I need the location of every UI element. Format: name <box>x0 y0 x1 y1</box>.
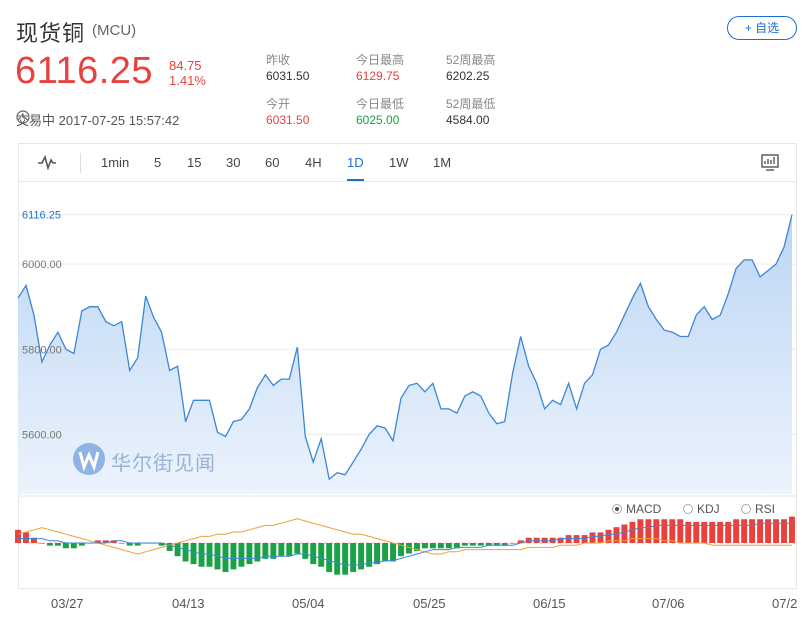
macd-bar <box>342 543 349 575</box>
macd-bar <box>629 521 636 543</box>
indicator-label: RSI <box>755 502 776 516</box>
macd-bar <box>294 543 301 554</box>
macd-bar <box>589 532 596 543</box>
x-tick-label: 07/2 <box>772 596 798 611</box>
macd-bar <box>421 543 428 549</box>
indicator-label: KDJ <box>697 502 720 516</box>
y-tick-label: 5600.00 <box>22 429 62 441</box>
macd-bar <box>789 516 795 543</box>
macd-bar <box>477 543 484 546</box>
macd-bar <box>198 543 205 567</box>
radio-icon <box>612 504 622 514</box>
macd-bar <box>429 543 436 549</box>
macd-bar <box>326 543 333 573</box>
macd-bar <box>469 543 476 546</box>
macd-bar <box>118 543 125 544</box>
macd-bar <box>46 543 53 546</box>
radio-icon <box>683 504 693 514</box>
macd-bar <box>461 543 468 546</box>
macd-bar <box>334 543 341 575</box>
macd-bar <box>54 543 61 546</box>
macd-bar <box>597 532 604 543</box>
macd-bar <box>318 543 325 567</box>
macd-bar <box>38 543 45 544</box>
macd-bar <box>238 543 245 567</box>
x-tick-label: 04/13 <box>172 596 205 611</box>
price-chart: 6116.25 6000.00 5800.00 5600.00 <box>15 210 797 575</box>
macd-bar <box>246 543 253 565</box>
indicator-kdj[interactable]: KDJ <box>683 502 720 516</box>
macd-bar <box>637 519 644 543</box>
macd-signal-line <box>17 518 792 555</box>
macd-bar <box>661 519 668 543</box>
macd-bar <box>733 519 740 543</box>
macd-bar <box>382 543 389 562</box>
macd-bar <box>70 543 77 549</box>
macd-bar <box>677 519 684 543</box>
indicator-rsi[interactable]: RSI <box>741 502 775 516</box>
macd-bar <box>286 543 293 557</box>
macd-bar <box>749 519 756 543</box>
macd-bar <box>350 543 357 573</box>
macd-bar <box>278 543 285 557</box>
macd-bar <box>62 543 69 549</box>
y-tick-label: 5800.00 <box>22 344 62 356</box>
radio-icon <box>741 504 751 514</box>
macd-bar <box>310 543 317 565</box>
wallstreetcn-logo-icon <box>73 443 105 475</box>
macd-bar <box>390 543 396 562</box>
macd-bar <box>302 543 309 559</box>
macd-bar <box>437 543 444 549</box>
macd-bar <box>445 543 452 549</box>
macd-dea-line <box>18 522 792 566</box>
indicator-macd[interactable]: MACD <box>612 502 661 516</box>
y-tick-label: 6116.25 <box>22 210 61 222</box>
macd-bar <box>741 519 748 543</box>
macd-bar <box>230 543 237 570</box>
x-tick-label: 05/04 <box>292 596 325 611</box>
x-tick-label: 03/27 <box>51 596 84 611</box>
x-tick-label: 06/15 <box>533 596 566 611</box>
macd-bar <box>645 519 652 543</box>
macd-bar <box>174 543 181 557</box>
watermark: 华尔街见闻 <box>111 451 216 475</box>
x-tick-label: 07/06 <box>652 596 685 611</box>
macd-bar <box>669 519 676 543</box>
macd-bar <box>509 543 516 544</box>
macd-bar <box>190 543 197 565</box>
macd-bar <box>23 532 29 543</box>
y-tick-label: 6000.00 <box>22 259 62 271</box>
macd-bar <box>182 543 189 562</box>
indicator-label: MACD <box>626 502 662 516</box>
macd-bar <box>15 529 21 543</box>
x-tick-label: 05/25 <box>413 596 446 611</box>
macd-bar <box>374 543 381 565</box>
